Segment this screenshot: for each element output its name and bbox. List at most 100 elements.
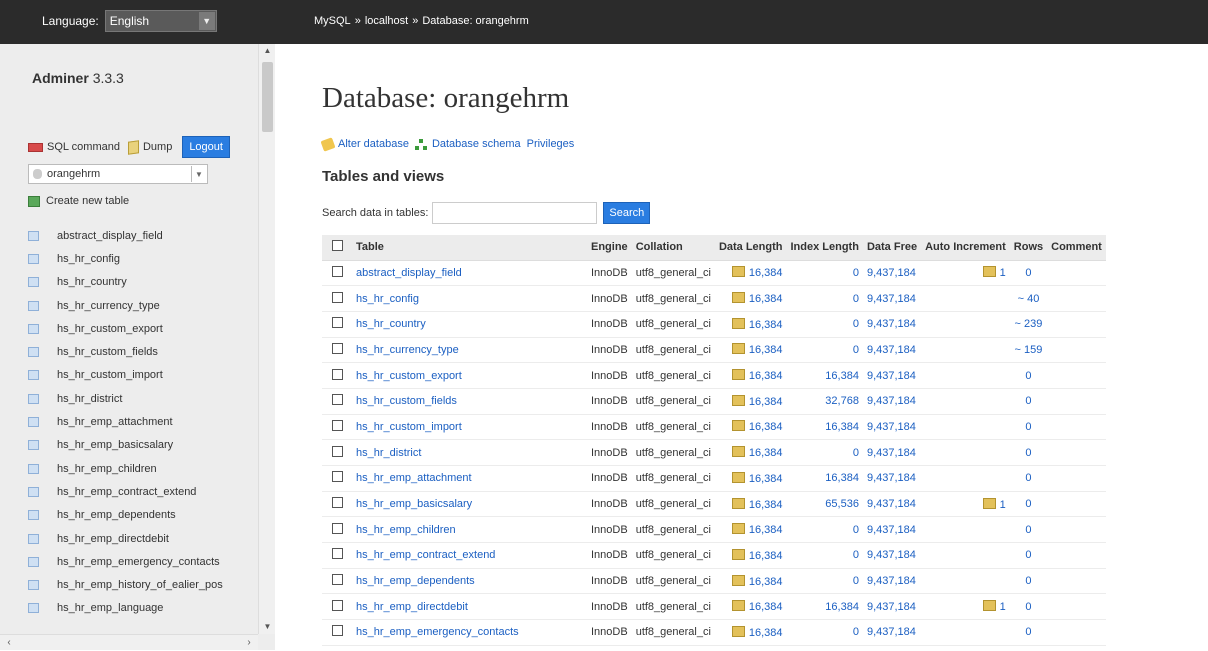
table-icon[interactable]	[28, 463, 39, 474]
sidebar-table-item[interactable]: hs_hr_emp_history_of_ealier_pos	[28, 573, 223, 596]
table-icon[interactable]	[28, 486, 39, 497]
row-checkbox[interactable]	[331, 291, 343, 303]
data-length-cell[interactable]: 16,384	[714, 285, 787, 312]
data-length-cell[interactable]: 16,384	[714, 465, 787, 492]
table-name-link[interactable]: hs_hr_emp_contract_extend	[356, 549, 495, 561]
sidebar-table-item[interactable]: hs_hr_custom_import	[28, 364, 223, 387]
index-length-cell[interactable]: 16,384	[786, 465, 863, 492]
row-checkbox[interactable]	[331, 574, 343, 586]
rows-cell[interactable]: 0	[1009, 260, 1048, 287]
scrollbar-thumb[interactable]	[262, 62, 273, 132]
sidebar-table-label[interactable]: hs_hr_emp_children	[57, 463, 157, 475]
scroll-up-icon[interactable]: ▲	[259, 44, 276, 58]
auto-increment-cell[interactable]	[921, 362, 1010, 389]
rows-cell[interactable]: ~ 159	[1009, 337, 1048, 364]
table-name-link[interactable]: hs_hr_emp_attachment	[356, 472, 472, 484]
data-length-cell[interactable]: 16,384	[714, 260, 787, 287]
table-name-link[interactable]: hs_hr_config	[356, 293, 419, 305]
create-table-link[interactable]: Create new table	[28, 195, 129, 207]
data-length-cell[interactable]: 16,384	[714, 414, 787, 441]
sidebar-table-item[interactable]: hs_hr_emp_children	[28, 457, 223, 480]
table-name-link[interactable]: hs_hr_custom_export	[356, 370, 462, 382]
rows-cell[interactable]: 0	[1009, 439, 1048, 466]
sidebar-table-label[interactable]: abstract_display_field	[57, 230, 163, 242]
rows-cell[interactable]: 0	[1009, 491, 1048, 518]
data-free-cell[interactable]: 9,437,184	[862, 414, 922, 441]
auto-increment-cell[interactable]	[921, 619, 1010, 646]
data-length-cell[interactable]: 16,384	[714, 593, 787, 621]
auto-increment-cell[interactable]	[921, 388, 1010, 415]
index-length-cell[interactable]: 0	[786, 568, 863, 595]
data-length-cell[interactable]: 16,384	[714, 542, 787, 569]
data-free-cell[interactable]: 9,437,184	[862, 260, 922, 287]
index-length-cell[interactable]: 0	[786, 516, 863, 544]
sidebar-table-item[interactable]: hs_hr_emp_emergency_contacts	[28, 550, 223, 573]
data-length-cell[interactable]: 16,384	[714, 311, 787, 338]
sidebar-table-item[interactable]: hs_hr_config	[28, 247, 223, 270]
auto-increment-cell[interactable]: 1	[921, 491, 1010, 518]
sidebar-table-label[interactable]: hs_hr_config	[57, 253, 120, 265]
search-button[interactable]: Search	[603, 202, 651, 224]
data-free-cell[interactable]: 9,437,184	[862, 593, 922, 621]
sidebar-table-item[interactable]: hs_hr_country	[28, 271, 223, 294]
sidebar-table-label[interactable]: hs_hr_emp_basicsalary	[57, 439, 173, 451]
data-free-cell[interactable]: 9,437,184	[862, 516, 922, 544]
auto-increment-cell[interactable]	[921, 285, 1010, 312]
data-free-cell[interactable]: 9,437,184	[862, 311, 922, 338]
sidebar-table-item[interactable]: abstract_display_field	[28, 224, 223, 247]
row-checkbox[interactable]	[331, 471, 343, 483]
table-icon[interactable]	[28, 323, 39, 334]
sidebar-table-label[interactable]: hs_hr_emp_emergency_contacts	[57, 556, 220, 568]
index-length-cell[interactable]: 16,384	[786, 593, 863, 621]
auto-increment-cell[interactable]	[921, 465, 1010, 492]
logout-button[interactable]: Logout	[182, 136, 230, 158]
index-length-cell[interactable]: 0	[786, 619, 863, 646]
table-name-link[interactable]: abstract_display_field	[356, 267, 462, 279]
table-name-link[interactable]: hs_hr_emp_children	[356, 524, 456, 536]
table-name-link[interactable]: hs_hr_currency_type	[356, 344, 459, 356]
sidebar-table-item[interactable]: hs_hr_emp_directdebit	[28, 527, 223, 550]
table-name-link[interactable]: hs_hr_emp_directdebit	[356, 601, 468, 613]
table-name-link[interactable]: hs_hr_emp_basicsalary	[356, 498, 472, 510]
data-length-cell[interactable]: 16,384	[714, 619, 787, 646]
scroll-left-icon[interactable]: ‹	[2, 635, 16, 651]
table-name-link[interactable]: hs_hr_custom_fields	[356, 395, 457, 407]
scroll-down-icon[interactable]: ▼	[259, 620, 276, 634]
sidebar-table-item[interactable]: hs_hr_custom_fields	[28, 340, 223, 363]
data-length-cell[interactable]: 16,384	[714, 388, 787, 415]
data-length-cell[interactable]: 16,384	[714, 491, 787, 518]
data-free-cell[interactable]: 9,437,184	[862, 362, 922, 389]
auto-increment-cell[interactable]	[921, 516, 1010, 544]
breadcrumb-mysql[interactable]: MySQL	[314, 15, 351, 27]
sidebar-table-label[interactable]: hs_hr_custom_fields	[57, 346, 158, 358]
search-input[interactable]	[432, 202, 598, 224]
row-checkbox[interactable]	[331, 368, 343, 380]
data-free-cell[interactable]: 9,437,184	[862, 285, 922, 312]
chevron-down-icon[interactable]: ▼	[198, 12, 215, 30]
table-icon[interactable]	[28, 533, 39, 544]
table-name-link[interactable]: hs_hr_district	[356, 447, 421, 459]
row-checkbox[interactable]	[331, 497, 343, 509]
table-icon[interactable]	[28, 300, 39, 311]
dump-link[interactable]: Dump	[127, 139, 172, 155]
sidebar-table-label[interactable]: hs_hr_country	[57, 276, 127, 288]
language-select[interactable]: English ▼	[104, 10, 217, 32]
scroll-right-icon[interactable]: ›	[242, 635, 256, 651]
data-free-cell[interactable]: 9,437,184	[862, 465, 922, 492]
index-length-cell[interactable]: 65,536	[786, 491, 863, 518]
table-icon[interactable]	[28, 370, 39, 381]
sidebar-table-label[interactable]: hs_hr_emp_dependents	[57, 509, 176, 521]
data-free-cell[interactable]: 9,437,184	[862, 491, 922, 518]
rows-cell[interactable]: ~ 239	[1009, 311, 1048, 338]
sidebar-vertical-scrollbar[interactable]: ▲ ▼	[258, 44, 275, 634]
table-icon[interactable]	[28, 580, 39, 591]
database-schema-link[interactable]: Database schema	[414, 138, 521, 150]
sidebar-table-label[interactable]: hs_hr_emp_directdebit	[57, 533, 169, 545]
rows-cell[interactable]: 0	[1009, 362, 1048, 389]
data-free-cell[interactable]: 9,437,184	[862, 388, 922, 415]
auto-increment-cell[interactable]	[921, 414, 1010, 441]
table-icon[interactable]	[28, 510, 39, 521]
index-length-cell[interactable]: 32,768	[786, 388, 863, 415]
rows-cell[interactable]: 0	[1009, 593, 1048, 621]
rows-cell[interactable]: 0	[1009, 568, 1048, 595]
